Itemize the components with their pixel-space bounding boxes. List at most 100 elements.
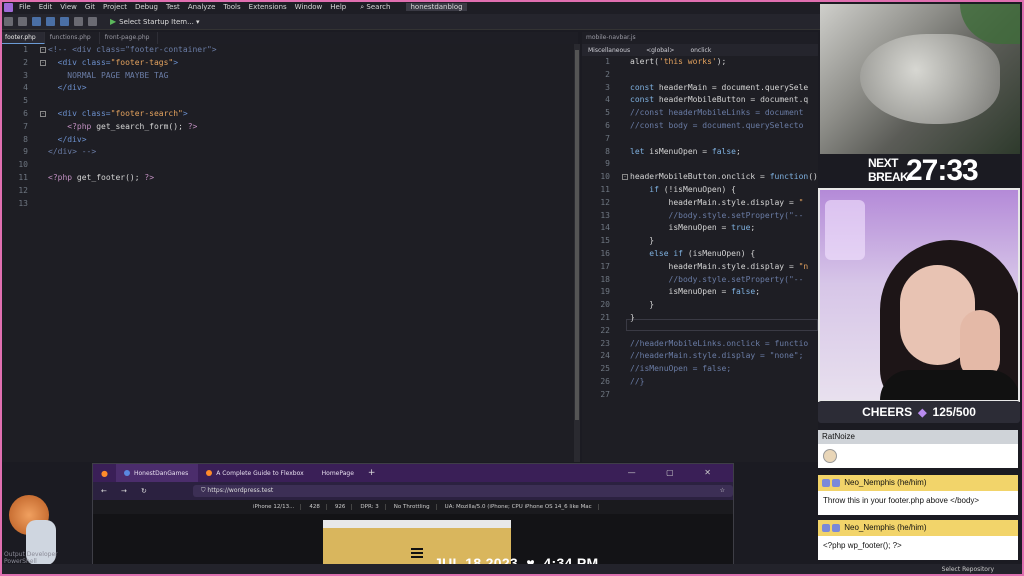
menu-view[interactable]: View [60,3,77,11]
code-line[interactable]: 19 isMenuOpen = false; [582,287,818,300]
back-arrow-icon[interactable]: ← [101,487,113,495]
browser-tab-flexbox-guide[interactable]: A Complete Guide to Flexbox [198,464,313,482]
throttle-select[interactable]: No Throttling [394,504,437,510]
undo-icon[interactable] [74,17,83,26]
menu-tools[interactable]: Tools [223,3,240,11]
forward-icon[interactable] [18,17,27,26]
code-line[interactable]: 16 else if (isMenuOpen) { [582,249,818,262]
code-line[interactable]: 1 alert('this works'); [582,57,818,70]
viewport-height[interactable]: 926 [335,504,353,510]
tab-front-page-php[interactable]: front-page.php [100,32,159,44]
code-line[interactable]: 2 <div class="footer-tags"> - [0,58,578,71]
line-number: 14 [600,223,610,233]
menu-project[interactable]: Project [103,3,127,11]
reload-icon[interactable]: ↻ [141,487,153,495]
save-icon[interactable] [46,17,55,26]
new-file-icon[interactable] [32,17,41,26]
code-line[interactable]: 15 } [582,236,818,249]
device-select[interactable]: iPhone 12/13... [253,504,302,510]
left-code-editor[interactable]: 1 <!-- <div class="footer-container"> -2 <… [0,44,578,462]
fold-toggle-icon[interactable]: - [40,59,46,66]
menu-edit[interactable]: Edit [39,3,53,11]
code-line[interactable]: 18 //body.style.setProperty("-- [582,275,818,288]
code-line[interactable]: 13 [0,199,578,212]
fold-toggle-icon[interactable]: - [622,174,628,181]
right-editor-tab[interactable]: mobile-navbar.js [582,32,818,44]
code-line[interactable]: 4 </div> [0,83,578,96]
tab-footer-php[interactable]: footer.php [0,32,45,44]
code-line[interactable]: 10 headerMobileButton.onclick = function(… [582,172,818,185]
output-panel-tabs[interactable]: Output Developer PowerShell [0,548,92,565]
code-line[interactable]: 26 //} [582,377,818,390]
menu-extensions[interactable]: Extensions [249,3,287,11]
code-line[interactable]: 8 let isMenuOpen = false; [582,147,818,160]
code-line[interactable]: 21} [582,313,818,326]
dpr-select[interactable]: DPR: 3 [360,504,386,510]
code-line[interactable]: 6 <div class="footer-search"> - [0,109,578,122]
play-icon: ▶ [110,17,117,26]
menu-analyze[interactable]: Analyze [188,3,216,11]
nav-miscellaneous[interactable]: Miscellaneous [582,47,630,54]
search-box[interactable]: ⌕ Search [360,3,390,12]
bookmark-star-icon[interactable]: ☆ [720,487,725,494]
code-line[interactable]: 14 isMenuOpen = true; [582,223,818,236]
code-line[interactable]: 23 //headerMobileLinks.onclick = functio [582,339,818,352]
fold-toggle-icon[interactable]: - [40,47,46,53]
code-line[interactable]: 12 [0,186,578,199]
code-line[interactable]: 11 <?php get_footer(); ?> [0,173,578,186]
tab-functions-php[interactable]: functions.php [45,32,100,44]
browser-tab-homepage[interactable]: HomePage [314,464,364,482]
back-icon[interactable] [4,17,13,26]
code-line[interactable]: 12 headerMain.style.display = " [582,198,818,211]
menu-git[interactable]: Git [85,3,95,11]
code-line[interactable]: 17 headerMain.style.display = "n [582,262,818,275]
user-agent[interactable]: UA: Mozilla/5.0 (iPhone; CPU iPhone OS 1… [445,504,599,510]
code-line[interactable]: 4 const headerMobileButton = document.q [582,95,818,108]
forward-arrow-icon[interactable]: → [121,487,133,495]
hamburger-menu-icon[interactable] [411,548,423,558]
code-line[interactable]: 7 [582,134,818,147]
code-line[interactable]: 5 [0,96,578,109]
code-line[interactable]: 22 [582,326,818,339]
url-bar[interactable]: ⛉ https://wordpress.test ☆ [193,485,733,497]
menu-file[interactable]: File [19,3,31,11]
code-line[interactable]: 25 //isMenuOpen = false; [582,364,818,377]
code-line[interactable]: 3 const headerMain = document.querySele [582,83,818,96]
code-line[interactable]: 27 [582,390,818,403]
fold-toggle-icon[interactable]: - [40,111,46,117]
chat-message [818,444,1018,468]
menu-window[interactable]: Window [295,3,323,11]
browser-tab-honestdangames[interactable]: HonestDanGames [115,464,199,482]
code-line[interactable]: 24 //headerMain.style.display = "none"; [582,351,818,364]
startup-item-button[interactable]: ▶ Select Startup Item... ▾ [110,17,200,26]
menu-test[interactable]: Test [166,3,180,11]
code-line[interactable]: 2 [582,70,818,83]
code-line[interactable]: 13 //body.style.setProperty("-- [582,211,818,224]
scrollbar-thumb[interactable] [575,50,579,420]
left-editor-scrollbar[interactable] [574,44,580,462]
visual-studio-logo-icon [4,2,13,12]
code-line[interactable]: 6 //const body = document.querySelecto [582,121,818,134]
menu-help[interactable]: Help [330,3,346,11]
code-line[interactable]: 11 if (!isMenuOpen) { [582,185,818,198]
window-controls[interactable]: — ▢ ✕ [628,468,725,477]
code-line[interactable]: 8 </div> [0,135,578,148]
new-tab-icon[interactable]: + [368,468,376,478]
code-line[interactable]: 7 <?php get_search_form(); ?> [0,122,578,135]
line-number: 2 [23,57,28,67]
nav-global[interactable]: <global> [640,47,674,54]
redo-icon[interactable] [88,17,97,26]
code-line[interactable]: 20 } [582,300,818,313]
code-line[interactable]: 9 </div> --> [0,147,578,160]
code-line[interactable]: 1 <!-- <div class="footer-container"> - [0,45,578,58]
viewport-width[interactable]: 428 [309,504,327,510]
select-repository-button[interactable]: Select Repository [942,566,994,573]
code-line[interactable]: 9 [582,159,818,172]
right-code-editor[interactable]: 1 alert('this works'); 2 3 const headerMain … [582,56,818,462]
menu-debug[interactable]: Debug [135,3,158,11]
save-all-icon[interactable] [60,17,69,26]
code-line[interactable]: 5 //const headerMobileLinks = document [582,108,818,121]
code-line[interactable]: 3 NORMAL PAGE MAYBE TAG [0,71,578,84]
code-line[interactable]: 10 [0,160,578,173]
nav-onclick[interactable]: onclick [684,47,711,54]
